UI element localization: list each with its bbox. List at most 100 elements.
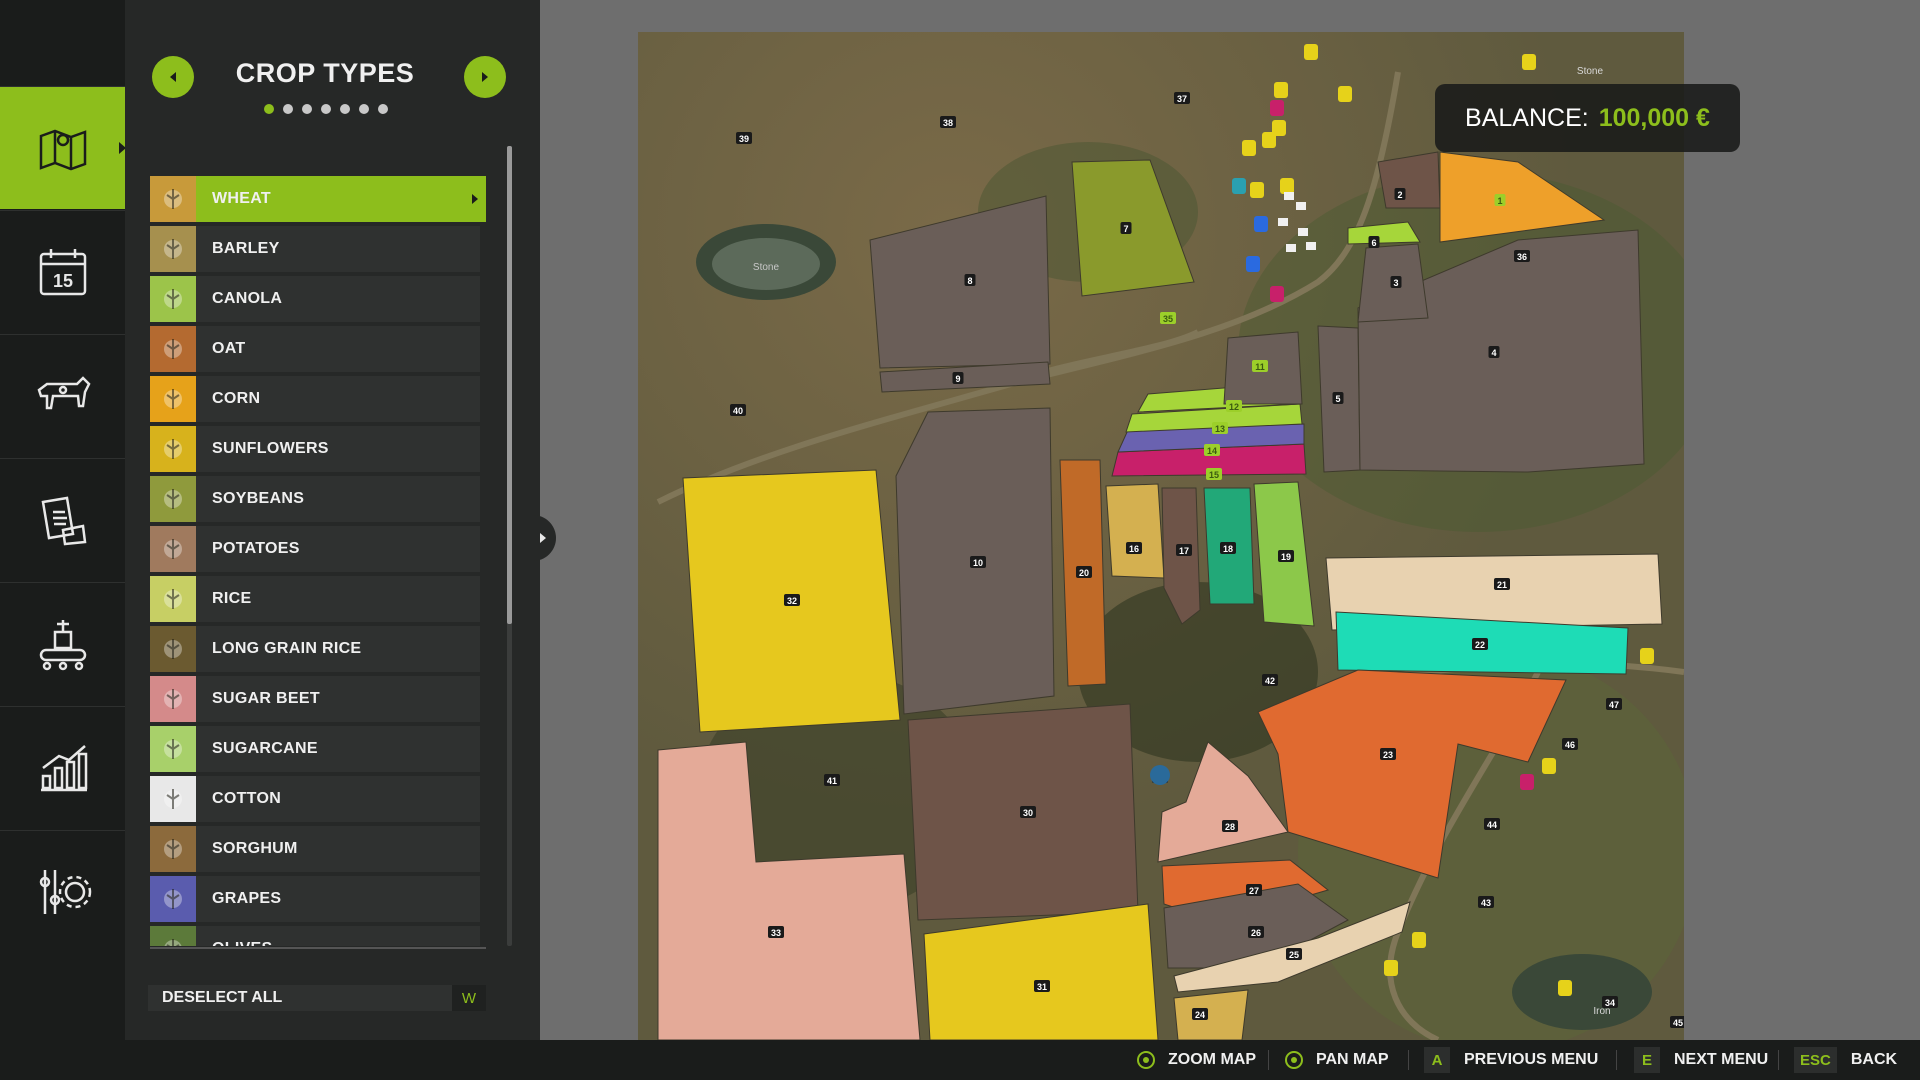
crop-item[interactable]: CORN (150, 376, 480, 422)
field-label[interactable]: 1 (1494, 194, 1506, 206)
page-dot[interactable] (264, 104, 274, 114)
field-label[interactable]: 34 (1602, 996, 1618, 1008)
page-dot[interactable] (283, 104, 293, 114)
menu-statistics-tab[interactable] (0, 706, 125, 829)
crop-item[interactable]: WHEAT (150, 176, 486, 222)
poi-marker-icon (1542, 758, 1556, 774)
field-label[interactable]: 38 (940, 116, 956, 128)
field-label[interactable]: 44 (1484, 818, 1500, 830)
field-label[interactable]: 25 (1286, 948, 1302, 960)
menu-production-tab[interactable] (0, 582, 125, 705)
sunflowers-icon (150, 426, 196, 472)
crop-item[interactable]: SORGHUM (150, 826, 480, 872)
crop-item[interactable]: SUGARCANE (150, 726, 480, 772)
field-label[interactable]: 23 (1380, 748, 1396, 760)
page-dot[interactable] (302, 104, 312, 114)
field-label[interactable]: 28 (1222, 820, 1238, 832)
crop-item[interactable]: SUNFLOWERS (150, 426, 480, 472)
previous-menu-hint[interactable]: A PREVIOUS MENU (1424, 1040, 1598, 1080)
field-label[interactable]: 21 (1494, 578, 1510, 590)
crop-item[interactable]: BARLEY (150, 226, 480, 272)
field-label[interactable]: 45 (1670, 1016, 1684, 1028)
field-label[interactable]: 24 (1192, 1008, 1208, 1020)
field-label[interactable]: 31 (1034, 980, 1050, 992)
crop-item[interactable]: OAT (150, 326, 480, 372)
field-label[interactable]: 27 (1246, 884, 1262, 896)
page-dot[interactable] (359, 104, 369, 114)
canola-icon (150, 276, 196, 322)
crop-item[interactable]: COTTON (150, 776, 480, 822)
previous-page-button[interactable] (152, 56, 194, 98)
crop-item[interactable]: POTATOES (150, 526, 480, 572)
crop-item[interactable]: LONG GRAIN RICE (150, 626, 480, 672)
poi-marker-icon (1640, 648, 1654, 664)
field-label[interactable]: 15 (1206, 468, 1222, 480)
page-dot[interactable] (321, 104, 331, 114)
svg-text:13: 13 (1215, 424, 1225, 434)
field-label[interactable]: 11 (1252, 360, 1268, 372)
field-label[interactable]: 8 (964, 274, 976, 286)
page-dot[interactable] (340, 104, 350, 114)
svg-text:15: 15 (52, 271, 72, 291)
zoom-map-hint[interactable]: ZOOM MAP (1136, 1040, 1256, 1080)
field-label[interactable]: 35 (1160, 312, 1176, 324)
field-label[interactable]: 46 (1562, 738, 1578, 750)
deselect-all-label: DESELECT ALL (162, 989, 283, 1006)
field-label[interactable]: 14 (1204, 444, 1220, 456)
field-label[interactable]: 32 (784, 594, 800, 606)
field-label[interactable]: 42 (1262, 674, 1278, 686)
field-label[interactable]: 22 (1472, 638, 1488, 650)
crop-item[interactable]: CANOLA (150, 276, 480, 322)
field-label[interactable]: 9 (952, 372, 964, 384)
crop-item[interactable]: SUGAR BEET (150, 676, 480, 722)
menu-animals-tab[interactable] (0, 334, 125, 457)
crop-list-scrollbar[interactable] (507, 146, 512, 946)
field-label[interactable]: 18 (1220, 542, 1236, 554)
field-label[interactable]: 10 (970, 556, 986, 568)
field-label[interactable]: 36 (1514, 250, 1530, 262)
crop-label: SUNFLOWERS (212, 440, 329, 457)
crop-item[interactable]: SOYBEANS (150, 476, 480, 522)
field-label[interactable]: 40 (730, 404, 746, 416)
field-label[interactable]: 39 (736, 132, 752, 144)
field-label[interactable]: 47 (1606, 698, 1622, 710)
page-dot[interactable] (378, 104, 388, 114)
field-label[interactable]: 41 (824, 774, 840, 786)
field-label[interactable]: 12 (1226, 400, 1242, 412)
crop-item[interactable]: OLIVES (150, 926, 480, 946)
farm-map[interactable]: Stone Stone Iron 1 2 3 4 5 6 7 8 9 10 11… (638, 32, 1684, 1040)
field-label[interactable]: 43 (1478, 896, 1494, 908)
scrollbar-thumb[interactable] (507, 146, 512, 624)
field-label[interactable]: 20 (1076, 566, 1092, 578)
field-label[interactable]: 2 (1394, 188, 1406, 200)
field-label[interactable]: 7 (1120, 222, 1132, 234)
field-label[interactable]: 33 (768, 926, 784, 938)
poi-marker-icon (1384, 960, 1398, 976)
pan-map-hint[interactable]: PAN MAP (1284, 1040, 1389, 1080)
next-menu-hint[interactable]: E NEXT MENU (1634, 1040, 1768, 1080)
field-label[interactable]: 30 (1020, 806, 1036, 818)
menu-contracts-tab[interactable] (0, 458, 125, 581)
field-label[interactable]: 5 (1332, 392, 1344, 404)
svg-text:12: 12 (1229, 402, 1239, 412)
field-label[interactable]: 26 (1248, 926, 1264, 938)
field-label[interactable]: 17 (1176, 544, 1192, 556)
menu-map-tab[interactable] (0, 86, 126, 209)
crop-label: RICE (212, 590, 252, 607)
field-label[interactable]: 6 (1368, 236, 1380, 248)
menu-calendar-tab[interactable]: 15 (0, 210, 125, 333)
menu-settings-tab[interactable] (0, 830, 125, 953)
field-label[interactable]: 3 (1390, 276, 1402, 288)
field-label[interactable]: 4 (1488, 346, 1500, 358)
field-label[interactable]: 13 (1212, 422, 1228, 434)
collapse-panel-button[interactable] (530, 515, 556, 561)
next-page-button[interactable] (464, 56, 506, 98)
field-label[interactable]: 19 (1278, 550, 1294, 562)
deselect-all-button[interactable]: DESELECT ALL W (148, 985, 486, 1011)
back-hint[interactable]: ESC BACK (1794, 1040, 1897, 1080)
field-label[interactable]: 16 (1126, 542, 1142, 554)
crop-item[interactable]: GRAPES (150, 876, 480, 922)
crop-item[interactable]: RICE (150, 576, 480, 622)
svg-text:Stone: Stone (1577, 66, 1604, 77)
field-label[interactable]: 37 (1174, 92, 1190, 104)
